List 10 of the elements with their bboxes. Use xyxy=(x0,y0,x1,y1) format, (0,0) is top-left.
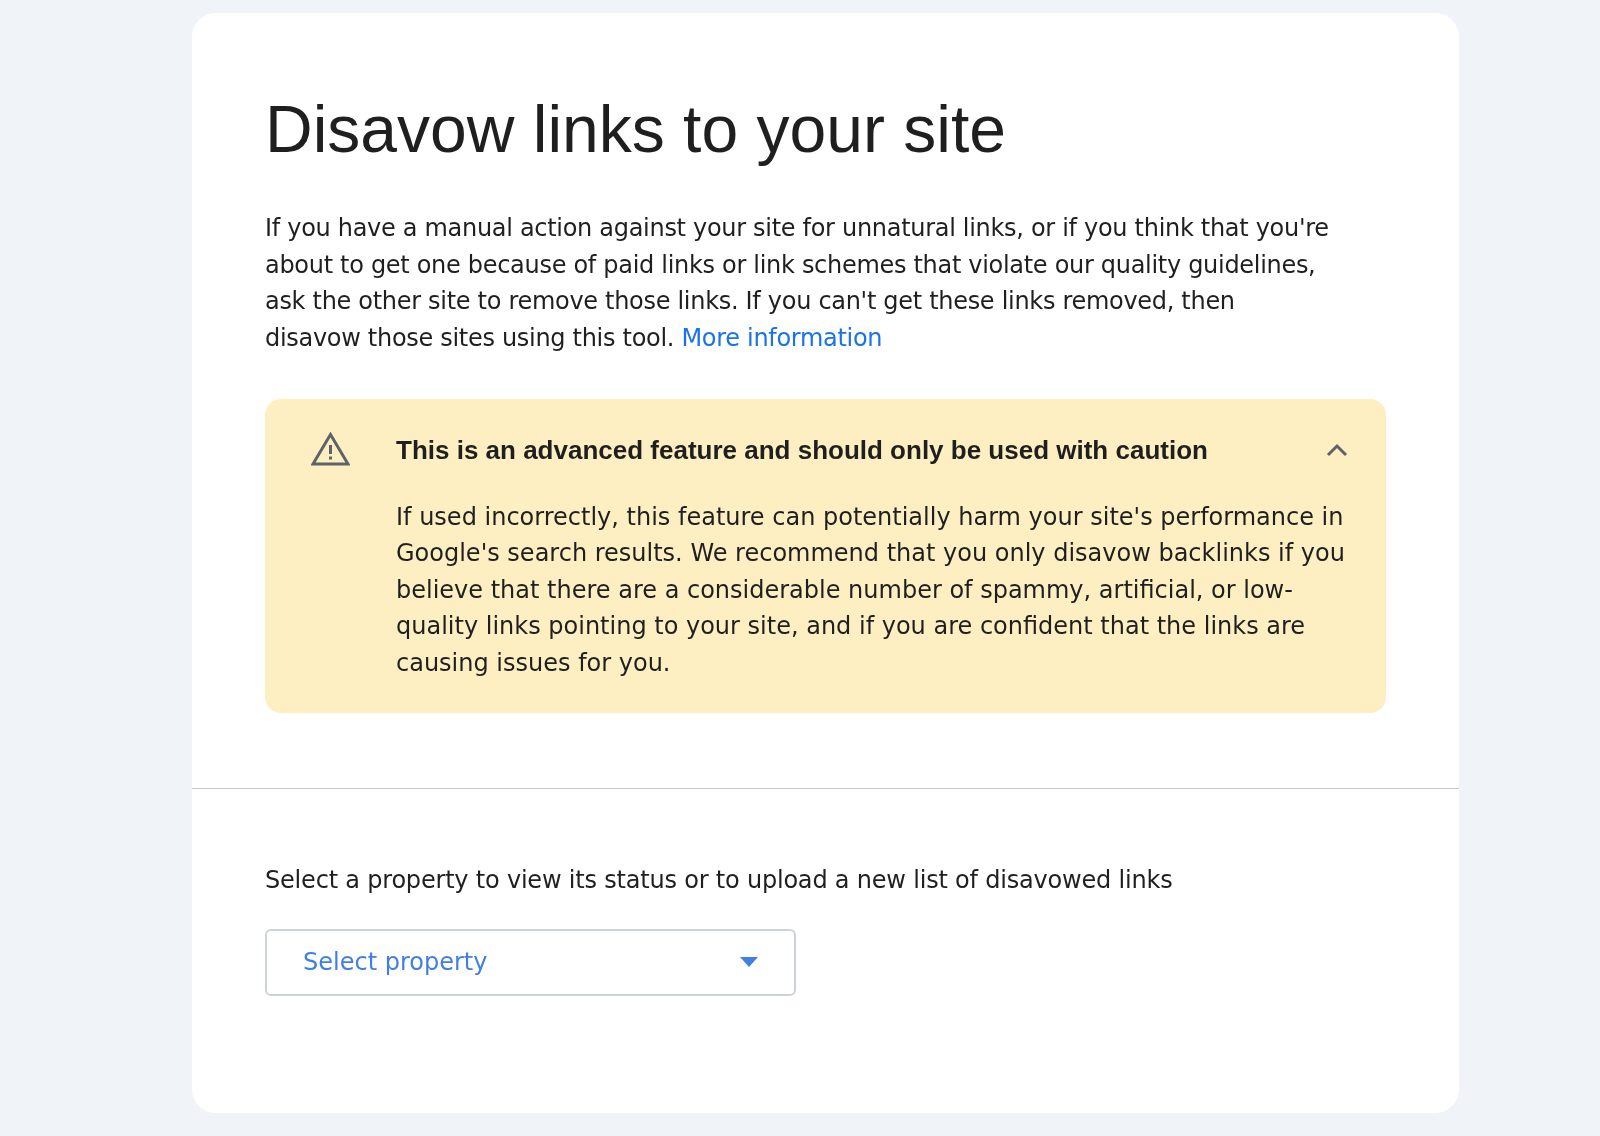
chevron-up-icon[interactable] xyxy=(1326,443,1348,458)
warning-heading: This is an advanced feature and should only be used with caution xyxy=(396,434,1208,468)
warning-text: If used incorrectly, this feature can potentially harm your site's performance in Google's search results. We recommend that you only disavow backlinks if you believe that there are a considerable number of spammy, artificial, or low-quality links pointing to your site, and if you are confident that the links are causing issues for you. xyxy=(396,501,1346,679)
caret-icon xyxy=(740,957,758,968)
warning-icon xyxy=(311,432,350,467)
page-title: Disavow links to your site xyxy=(265,91,1007,168)
property-dropdown[interactable]: Select property xyxy=(265,928,796,996)
property-prompt: Select a property to view its status or to upload a new list of disavowed links xyxy=(265,865,1174,897)
more-information-link[interactable]: More information xyxy=(681,323,883,352)
intro-paragraph: If you have a manual action against your site for unnatural links, or if you think that you're about to get one because of paid links or link schemes that violate our quality guidelines, ask the other site to remove those links. If you can't get these links removed, then disavow those sites using this tool. More information xyxy=(265,213,1330,354)
